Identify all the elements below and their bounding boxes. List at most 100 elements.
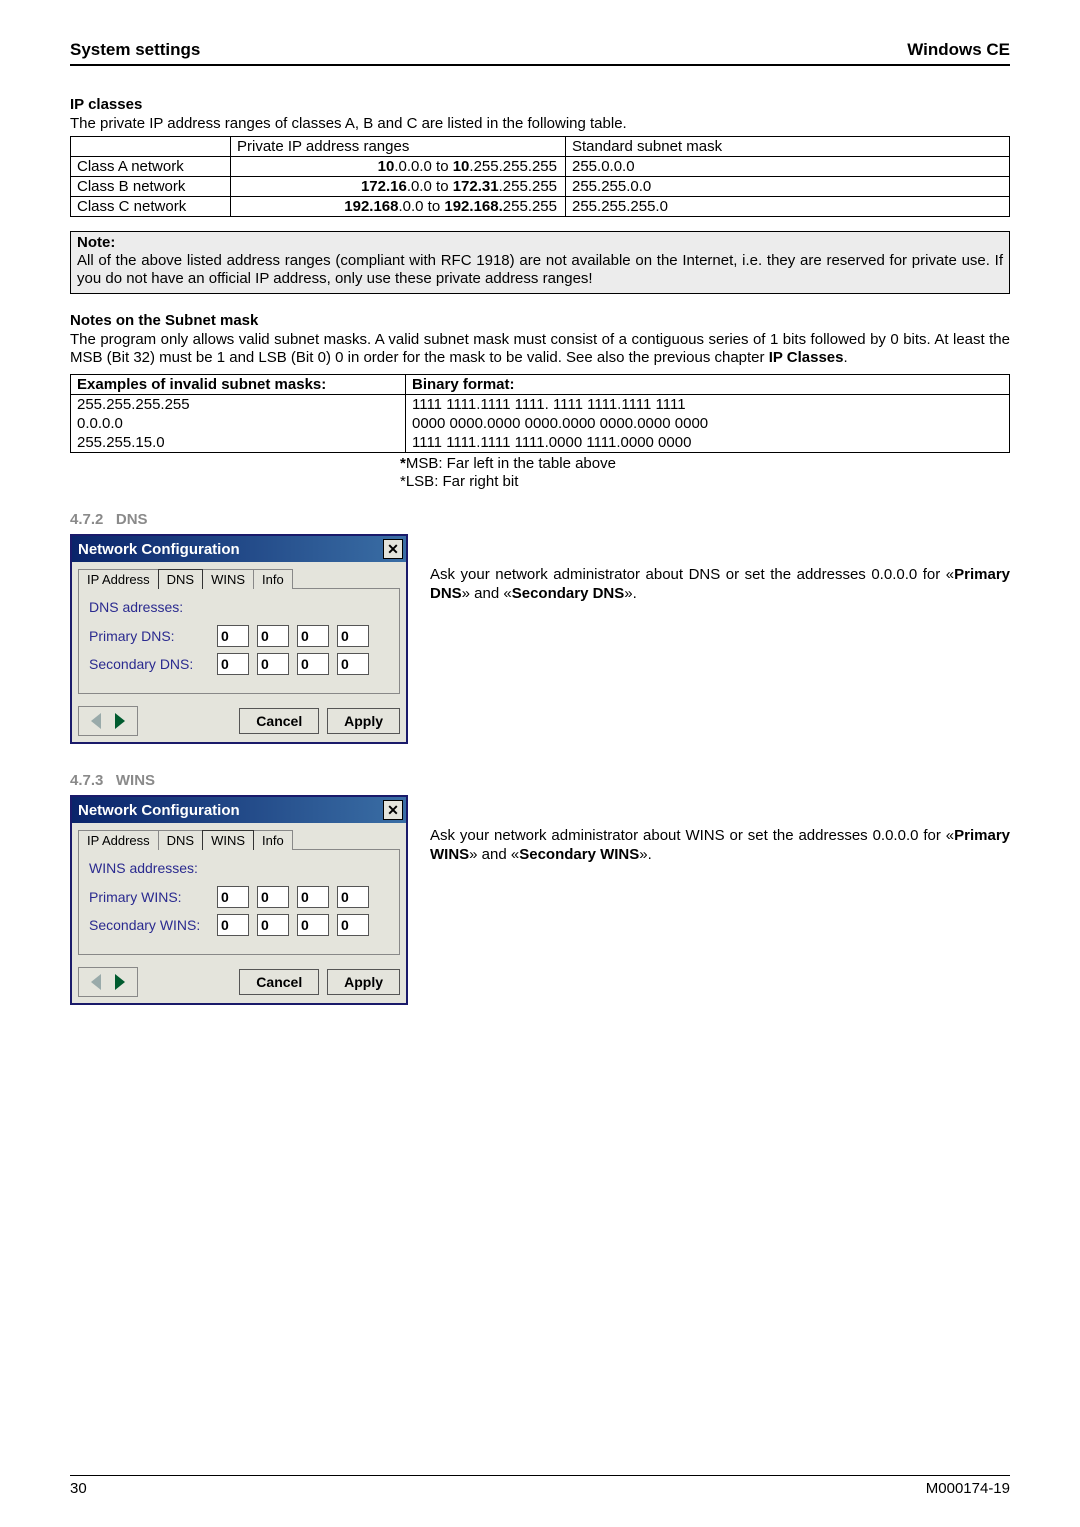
group-label: WINS addresses: [89,860,389,876]
tab-dns[interactable]: DNS [158,569,203,589]
ip-octet-input[interactable]: 0 [257,625,289,647]
row-bin: 1111 1111.1111 1111. 1111 1111.1111 1111 [406,395,1010,415]
apply-button[interactable]: Apply [327,969,400,995]
dialog-footer: Cancel Apply [72,961,406,1003]
col-examples: Examples of invalid subnet masks: [77,376,326,393]
primary-wins-row: Primary WINS: 0 0 0 0 [89,886,389,908]
arrow-left-icon [91,974,101,990]
dns-dialog: Network Configuration ✕ IP Address DNS W… [70,534,408,744]
subnet-footnotes: *MSB: Far left in the table above *LSB: … [70,455,1010,491]
row-bin: 0000 0000.0000 0000.0000 0000.0000 0000 [406,414,1010,433]
note-title: Note: [77,234,1003,252]
ip-octet-input[interactable]: 0 [337,625,369,647]
tabs: IP Address DNS WINS Info [72,562,406,588]
table-row: Class A network 10.0.0.0 to 10.255.255.2… [71,156,1010,176]
tab-info[interactable]: Info [253,569,293,589]
close-icon[interactable]: ✕ [383,539,403,559]
wins-side-text: Ask your network administrator about WIN… [430,795,1010,865]
secondary-dns-row: Secondary DNS: 0 0 0 0 [89,653,389,675]
ip-octet-input[interactable]: 0 [337,886,369,908]
ip-octet-input[interactable]: 0 [257,914,289,936]
table-row: 0.0.0.0 0000 0000.0000 0000.0000 0000.00… [71,414,1010,433]
tab-ipaddress[interactable]: IP Address [78,569,159,589]
page-number: 30 [70,1480,87,1497]
nav-arrows[interactable] [78,967,138,997]
table-row: 255.255.15.0 1111 1111.1111 1111.0000 11… [71,433,1010,453]
tab-body: DNS adresses: Primary DNS: 0 0 0 0 Secon… [78,588,400,694]
cancel-button[interactable]: Cancel [239,708,319,734]
ip-octet-input[interactable]: 0 [337,653,369,675]
secondary-dns-label: Secondary DNS: [89,656,211,672]
row-bin: 1111 1111.1111 1111.0000 1111.0000 0000 [406,433,1010,453]
cancel-button[interactable]: Cancel [239,969,319,995]
tab-body: WINS addresses: Primary WINS: 0 0 0 0 Se… [78,849,400,955]
ipclasses-heading: IP classes [70,96,1010,113]
dialog-title: Network Configuration [78,541,240,558]
ip-octet-input[interactable]: 0 [337,914,369,936]
sec-dns-heading: 4.7.2 DNS [70,511,1010,528]
primary-dns-row: Primary DNS: 0 0 0 0 [89,625,389,647]
tab-ipaddress[interactable]: IP Address [78,830,159,850]
wins-dialog: Network Configuration ✕ IP Address DNS W… [70,795,408,1005]
table-row: 255.255.255.255 1111 1111.1111 1111. 111… [71,395,1010,415]
sec-wins-heading: 4.7.3 WINS [70,772,1010,789]
secondary-wins-label: Secondary WINS: [89,917,217,933]
table-row: Examples of invalid subnet masks: Binary… [71,375,1010,395]
group-label: DNS adresses: [89,599,389,615]
tab-wins[interactable]: WINS [202,830,254,850]
row-mask: 255.255.0.0 [566,176,1010,196]
col-private: Private IP address ranges [231,136,566,156]
dns-side-text: Ask your network administrator about DNS… [430,534,1010,604]
table-row: Class C network 192.168.0.0 to 192.168.2… [71,196,1010,216]
ip-octet-input[interactable]: 0 [217,914,249,936]
row-mask: 255.0.0.0 [566,156,1010,176]
header-left: System settings [70,40,200,60]
table-row: Class B network 172.16.0.0 to 172.31.255… [71,176,1010,196]
nav-arrows[interactable] [78,706,138,736]
page-footer: 30 M000174-19 [70,1475,1010,1497]
header-right: Windows CE [907,40,1010,60]
col-mask: Standard subnet mask [566,136,1010,156]
row-label: Class A network [71,156,231,176]
col-binary: Binary format: [412,376,515,393]
dialog-title: Network Configuration [78,802,240,819]
ip-octet-input[interactable]: 0 [217,886,249,908]
ip-octet-input[interactable]: 0 [297,914,329,936]
table-row: Private IP address ranges Standard subne… [71,136,1010,156]
row-mask: 255.255.255.0 [566,196,1010,216]
arrow-right-icon [115,713,125,729]
tabs: IP Address DNS WINS Info [72,823,406,849]
tab-info[interactable]: Info [253,830,293,850]
ip-octet-input[interactable]: 0 [297,653,329,675]
ip-octet-input[interactable]: 0 [217,625,249,647]
primary-dns-label: Primary DNS: [89,628,211,644]
note-box: Note: All of the above listed address ra… [70,231,1010,294]
ipclasses-intro: The private IP address ranges of classes… [70,115,1010,134]
ipclasses-table: Private IP address ranges Standard subne… [70,136,1010,217]
tab-dns[interactable]: DNS [158,830,203,850]
close-icon[interactable]: ✕ [383,800,403,820]
note-body: All of the above listed address ranges (… [77,252,1003,287]
ip-octet-input[interactable]: 0 [257,886,289,908]
page-header: System settings Windows CE [70,40,1010,66]
row-range: 192.168.0.0 to 192.168.255.255 [231,196,566,216]
row-mask: 255.255.255.255 [71,395,406,415]
ip-octet-input[interactable]: 0 [297,625,329,647]
ip-octet-input[interactable]: 0 [297,886,329,908]
row-mask: 0.0.0.0 [71,414,406,433]
ip-octet-input[interactable]: 0 [217,653,249,675]
subnet-body: The program only allows valid subnet mas… [70,331,1010,369]
dialog-titlebar: Network Configuration ✕ [72,797,406,823]
dialog-footer: Cancel Apply [72,700,406,742]
dialog-titlebar: Network Configuration ✕ [72,536,406,562]
subnet-heading: Notes on the Subnet mask [70,312,1010,329]
ip-octet-input[interactable]: 0 [257,653,289,675]
row-mask: 255.255.15.0 [71,433,406,453]
subnet-table: Examples of invalid subnet masks: Binary… [70,374,1010,453]
secondary-wins-row: Secondary WINS: 0 0 0 0 [89,914,389,936]
apply-button[interactable]: Apply [327,708,400,734]
tab-wins[interactable]: WINS [202,569,254,589]
primary-wins-label: Primary WINS: [89,889,211,905]
arrow-left-icon [91,713,101,729]
row-range: 172.16.0.0 to 172.31.255.255 [231,176,566,196]
